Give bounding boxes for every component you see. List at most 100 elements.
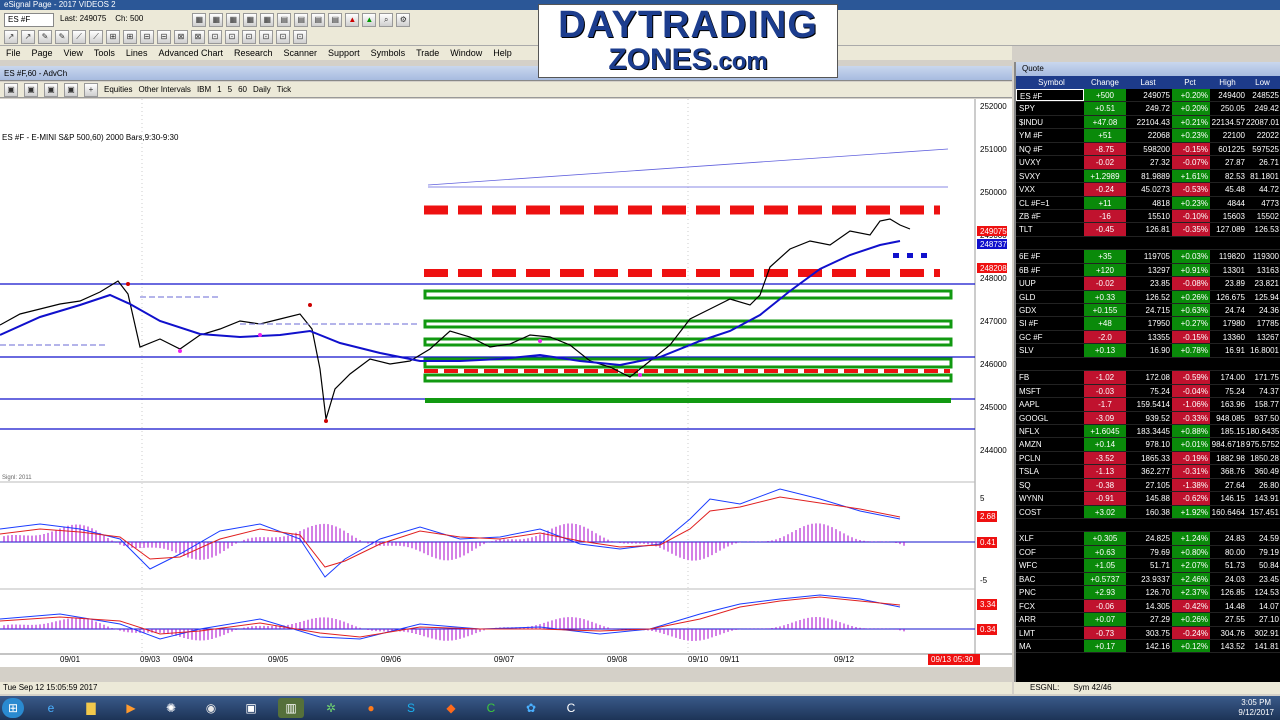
- tab-ibm[interactable]: IBM: [197, 85, 211, 94]
- toolbar-draw-icon[interactable]: ⟋: [89, 30, 103, 44]
- quote-row[interactable]: CL #F=1 +11 4818 +0.23% 4844 4773: [1016, 196, 1280, 210]
- quote-row[interactable]: WFC +1.05 51.71 +2.07% 51.73 50.84: [1016, 559, 1280, 573]
- toolbar-draw-icon[interactable]: ⊡: [225, 30, 239, 44]
- col-low[interactable]: Low: [1246, 76, 1280, 89]
- col-high[interactable]: High: [1210, 76, 1246, 89]
- quote-row[interactable]: PNC +2.93 126.70 +2.37% 126.85 124.53: [1016, 586, 1280, 600]
- quote-row[interactable]: TSLA -1.13 362.277 -0.31% 368.76 360.49: [1016, 465, 1280, 479]
- toolbar-grid-icon[interactable]: ▦: [192, 13, 207, 27]
- toolbar-draw-icon[interactable]: ⊞: [123, 30, 137, 44]
- esignal-icon[interactable]: ▥: [278, 698, 304, 718]
- chart-tool-icon[interactable]: ▣: [64, 82, 78, 97]
- quote-row[interactable]: SPY +0.51 249.72 +0.20% 250.05 249.42: [1016, 102, 1280, 116]
- quote-row[interactable]: PCLN -3.52 1865.33 -0.19% 1882.98 1850.28: [1016, 451, 1280, 466]
- quote-row[interactable]: UVXY -0.02 27.32 -0.07% 27.87 26.71: [1016, 156, 1280, 170]
- menu-window[interactable]: Window: [450, 46, 482, 60]
- interval-daily[interactable]: Daily: [253, 85, 271, 94]
- menu-trade[interactable]: Trade: [416, 46, 439, 60]
- toolbar-grid-icon[interactable]: ▦: [226, 13, 241, 27]
- quote-row[interactable]: AAPL -1.7 159.5414 -1.06% 163.96 158.77: [1016, 398, 1280, 412]
- menu-help[interactable]: Help: [493, 46, 512, 60]
- toolbar-chart-icon[interactable]: ▤: [294, 13, 309, 27]
- ie-icon[interactable]: e: [38, 698, 64, 718]
- menu-research[interactable]: Research: [234, 46, 273, 60]
- toolbar-draw-icon[interactable]: ⊡: [276, 30, 290, 44]
- quote-row[interactable]: WYNN -0.91 145.88 -0.62% 146.15 143.91: [1016, 492, 1280, 506]
- toolbar-draw-icon[interactable]: ⟋: [72, 30, 86, 44]
- toolbar-draw-icon[interactable]: ⊞: [106, 30, 120, 44]
- quote-row[interactable]: LMT -0.73 303.75 -0.24% 304.76 302.91: [1016, 626, 1280, 640]
- toolbar-draw-icon[interactable]: ⊟: [157, 30, 171, 44]
- toolbar-draw-icon[interactable]: ↗: [21, 30, 35, 44]
- chrome-icon[interactable]: ◉: [198, 698, 224, 718]
- tab-equities[interactable]: Equities: [104, 85, 132, 94]
- col-last[interactable]: Last: [1126, 76, 1172, 89]
- quote-row[interactable]: [1016, 236, 1280, 251]
- menu-support[interactable]: Support: [328, 46, 360, 60]
- toolbar-grid-icon[interactable]: ▦: [243, 13, 258, 27]
- chart-window-title[interactable]: ES #F,60 - AdvCh: [0, 66, 1012, 81]
- toolbar-draw-icon[interactable]: ↗: [4, 30, 18, 44]
- quote-row[interactable]: [1016, 357, 1280, 372]
- quote-row[interactable]: YM #F +51 22068 +0.23% 22100 22022: [1016, 129, 1280, 143]
- quote-row[interactable]: [1016, 519, 1280, 533]
- quote-row[interactable]: COST +3.02 160.38 +1.92% 160.6464 157.451: [1016, 505, 1280, 519]
- chart-tool-icon[interactable]: ▣: [24, 82, 38, 97]
- menu-view[interactable]: View: [64, 46, 83, 60]
- quote-row[interactable]: ZB #F -16 15510 -0.10% 15603 15502: [1016, 209, 1280, 224]
- toolbar-settings-icon[interactable]: ⚙: [396, 13, 411, 27]
- quote-row[interactable]: BAC +0.5737 23.9337 +2.46% 24.03 23.45: [1016, 572, 1280, 587]
- quote-row[interactable]: GC #F -2.0 13355 -0.15% 13360 13267: [1016, 330, 1280, 345]
- toolbar-draw-icon[interactable]: ⊠: [191, 30, 205, 44]
- menu-page[interactable]: Page: [32, 46, 53, 60]
- quote-row[interactable]: $INDU +47.08 22104.43 +0.21% 22134.57 22087.0…: [1016, 115, 1280, 130]
- quote-row[interactable]: 6E #F +35 119705 +0.03% 119820 119300: [1016, 250, 1280, 264]
- quote-row[interactable]: SQ -0.38 27.105 -1.38% 27.64 26.80: [1016, 478, 1280, 493]
- add-icon[interactable]: +: [84, 82, 98, 97]
- app-icon[interactable]: ✺: [158, 698, 184, 718]
- toolbar-search-icon[interactable]: ⌕: [379, 13, 394, 27]
- col-symbol[interactable]: Symbol: [1016, 76, 1084, 89]
- quote-row[interactable]: MSFT -0.03 75.24 -0.04% 75.24 74.37: [1016, 384, 1280, 399]
- interval-tick[interactable]: Tick: [277, 85, 291, 94]
- media-icon[interactable]: ▶: [118, 698, 144, 718]
- quote-row[interactable]: GDX +0.155 24.715 +0.63% 24.74 24.36: [1016, 304, 1280, 318]
- skype-icon[interactable]: S: [398, 698, 424, 718]
- quote-row[interactable]: FCX -0.06 14.305 -0.42% 14.48 14.07: [1016, 599, 1280, 614]
- toolbar-draw-icon[interactable]: ✎: [38, 30, 52, 44]
- quote-row[interactable]: SLV +0.13 16.90 +0.78% 16.91 16.8001: [1016, 344, 1280, 358]
- quote-row[interactable]: MA +0.17 142.16 +0.12% 143.52 141.81: [1016, 639, 1280, 654]
- menu-tools[interactable]: Tools: [94, 46, 115, 60]
- col-pct[interactable]: Pct: [1172, 76, 1210, 89]
- interval-60[interactable]: 60: [238, 85, 247, 94]
- app-icon[interactable]: ✲: [318, 698, 344, 718]
- toolbar-grid-icon[interactable]: ▦: [260, 13, 275, 27]
- toolbar-grid-icon[interactable]: ▦: [209, 13, 224, 27]
- toolbar-draw-icon[interactable]: ✎: [55, 30, 69, 44]
- app-icon[interactable]: ✿: [518, 698, 544, 718]
- quote-row[interactable]: UUP -0.02 23.85 -0.08% 23.89 23.821: [1016, 277, 1280, 291]
- toolbar-draw-icon[interactable]: ⊡: [208, 30, 222, 44]
- chart-tool-icon[interactable]: ▣: [44, 82, 58, 97]
- price-chart[interactable]: ES #F - E-MINI S&P 500,60) 2000 Bars,9:3…: [0, 99, 1012, 667]
- menu-symbols[interactable]: Symbols: [371, 46, 406, 60]
- tab-other-intervals[interactable]: Other Intervals: [138, 85, 190, 94]
- toolbar-draw-icon[interactable]: ⊡: [242, 30, 256, 44]
- interval-5[interactable]: 5: [228, 85, 232, 94]
- toolbar-chart-icon[interactable]: ▤: [328, 13, 343, 27]
- menu-scanner[interactable]: Scanner: [284, 46, 318, 60]
- toolbar-draw-icon[interactable]: ⊡: [293, 30, 307, 44]
- app-icon[interactable]: ◆: [438, 698, 464, 718]
- quote-window-title[interactable]: Quote: [1016, 62, 1280, 76]
- toolbar-draw-icon[interactable]: ⊡: [259, 30, 273, 44]
- symbol-input[interactable]: ES #F: [4, 13, 54, 27]
- toolbar-chart-icon[interactable]: ▤: [311, 13, 326, 27]
- col-change[interactable]: Change: [1084, 76, 1126, 89]
- menu-file[interactable]: File: [6, 46, 21, 60]
- interval-1[interactable]: 1: [217, 85, 221, 94]
- quote-row[interactable]: FB -1.02 172.08 -0.59% 174.00 171.75: [1016, 371, 1280, 385]
- toolbar-draw-icon[interactable]: ⊟: [140, 30, 154, 44]
- quote-row[interactable]: TLT -0.45 126.81 -0.35% 127.089 126.53: [1016, 223, 1280, 237]
- quote-row[interactable]: COF +0.63 79.69 +0.80% 80.00 79.19: [1016, 545, 1280, 560]
- quote-row[interactable]: ES #F +500 249075 +0.20% 249400 248525: [1016, 89, 1280, 103]
